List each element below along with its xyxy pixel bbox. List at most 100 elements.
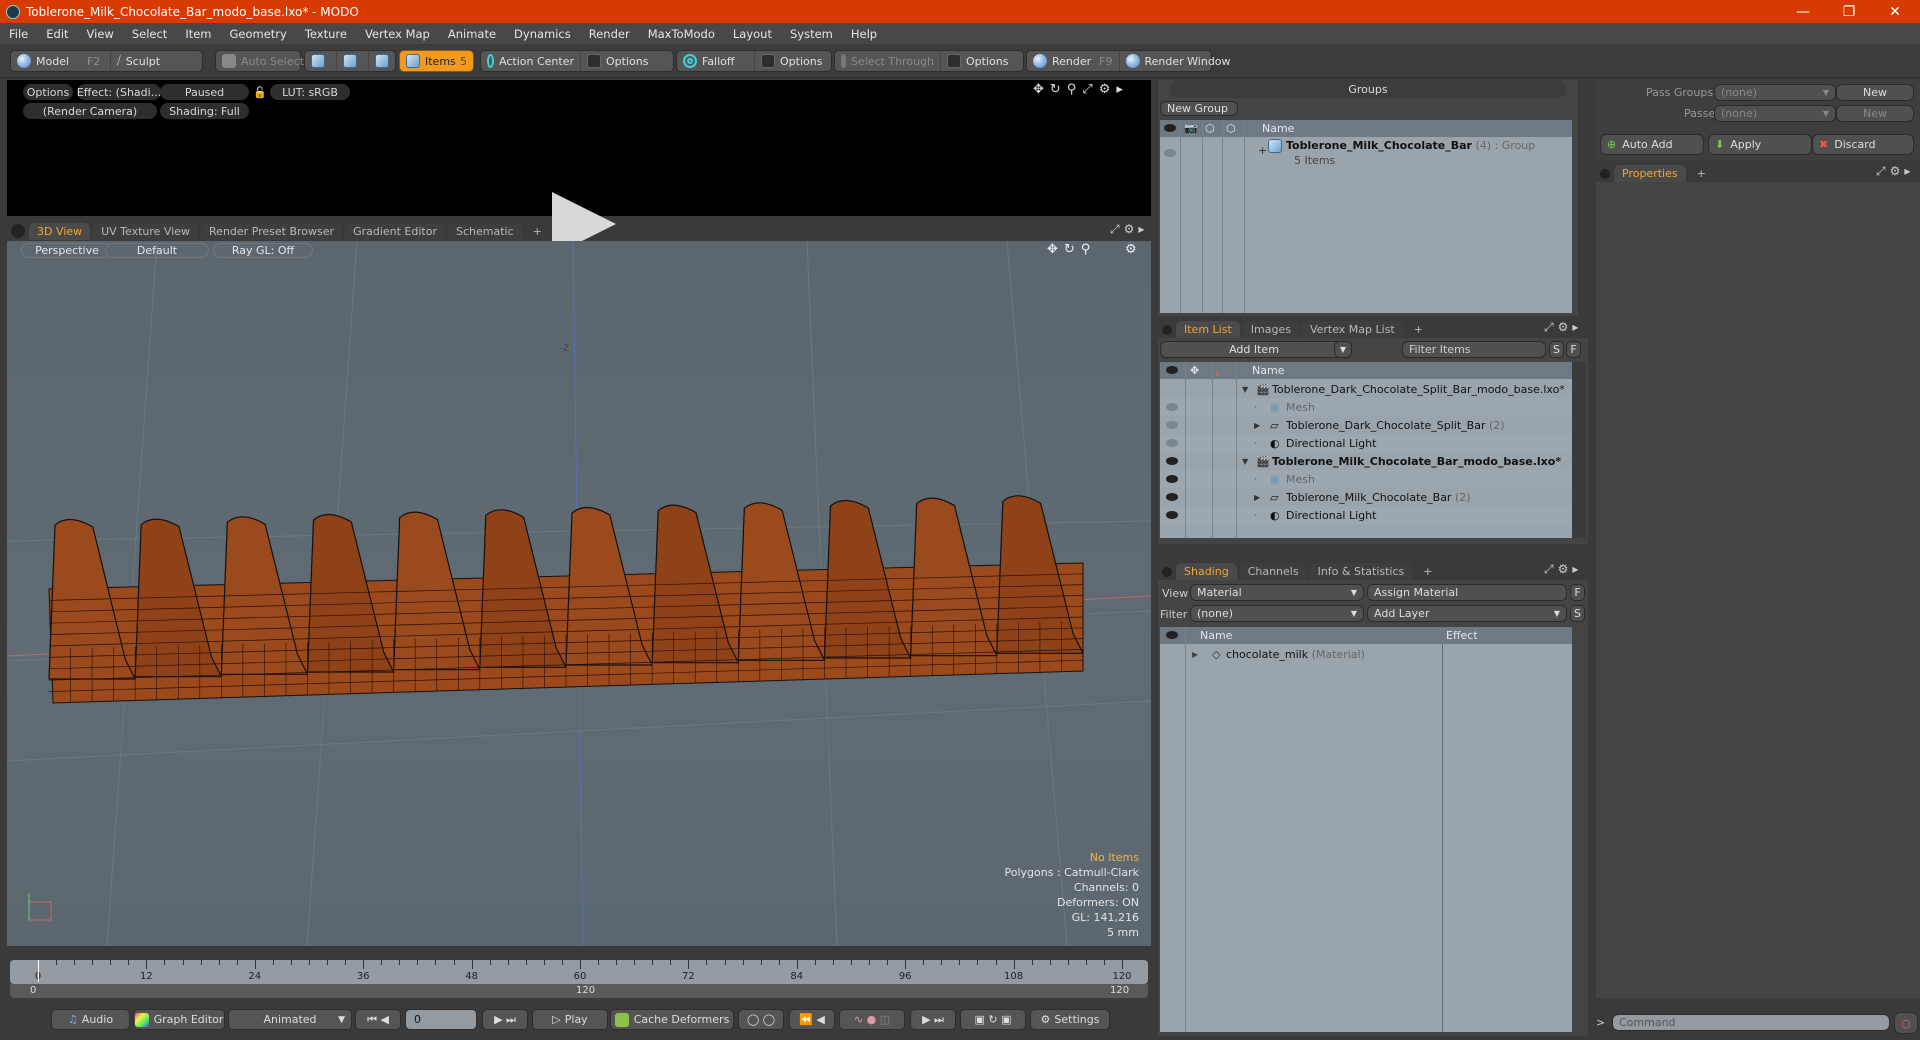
next-last-key-buttons[interactable]: ▶ ⏭ — [482, 1009, 528, 1030]
cache-deformers-button[interactable]: Cache Deformers — [610, 1009, 734, 1030]
menu-render[interactable]: Render — [580, 27, 639, 41]
add-tab-button[interactable]: + — [1689, 165, 1714, 182]
properties-panel-controls[interactable]: ⤢⚙▸ — [1876, 164, 1914, 179]
toblerone-mesh[interactable] — [48, 495, 1084, 704]
item-row[interactable]: · ◐ Directional Light — [1160, 434, 1572, 452]
panel-menu-icon[interactable] — [1162, 325, 1172, 335]
render-options-button[interactable]: Options — [23, 84, 73, 100]
material-row[interactable]: ▶ ◇ chocolate_milk (Material) — [1160, 645, 1572, 663]
collapse-arrow-icon[interactable]: ▼ — [1242, 457, 1248, 466]
falloff-button[interactable]: Falloff — [677, 51, 755, 71]
view-dropdown[interactable]: Material ▼ — [1190, 584, 1364, 601]
item-row[interactable]: ▶ ▱ Toblerone_Milk_Chocolate_Bar (2) — [1160, 488, 1572, 506]
menu-view[interactable]: View — [78, 27, 123, 41]
action-center-button[interactable]: Action Center — [481, 51, 581, 71]
render-camera-dropdown[interactable]: (Render Camera) — [23, 103, 157, 119]
frame-input[interactable]: 0 — [405, 1009, 477, 1030]
filter-dropdown[interactable]: (none) ▼ — [1190, 605, 1364, 622]
timeline[interactable]: 0 12 24 36 48 60 72 84 96 108 120 0 120 120 — [7, 958, 1151, 1000]
add-tab-button[interactable]: + — [525, 223, 550, 240]
filter-s-button[interactable]: S — [1549, 341, 1564, 358]
vertices-mode-button[interactable] — [305, 51, 337, 71]
timeline-settings-button[interactable]: ⚙ Settings — [1030, 1009, 1110, 1030]
tab-schematic[interactable]: Schematic — [448, 223, 522, 240]
add-layer-dropdown[interactable]: Add Layer ▼ — [1367, 605, 1567, 622]
timeline-range-bar[interactable]: 0 120 120 — [10, 984, 1148, 998]
tab-3d-view[interactable]: 3D View — [29, 223, 91, 240]
tab-vertex-map-list[interactable]: Vertex Map List — [1301, 321, 1403, 338]
item-row[interactable]: · ◐ Directional Light — [1160, 506, 1572, 524]
menu-texture[interactable]: Texture — [296, 27, 356, 41]
menu-maxtomodo[interactable]: MaxToModo — [639, 27, 724, 41]
item-list-panel-controls[interactable]: ⤢⚙▸ — [1544, 320, 1582, 335]
effect-dropdown[interactable]: Effect: (Shadi... — [77, 84, 161, 100]
tab-info-statistics[interactable]: Info & Statistics — [1309, 563, 1413, 580]
filter-items-input[interactable]: Filter Items — [1402, 341, 1546, 358]
menu-layout[interactable]: Layout — [724, 27, 781, 41]
shading-dropdown[interactable]: Shading: Full — [160, 103, 249, 119]
tab-gradient-editor[interactable]: Gradient Editor — [345, 223, 445, 240]
render-button[interactable]: Render F9 — [1027, 51, 1120, 71]
menu-vertex-map[interactable]: Vertex Map — [356, 27, 439, 41]
pass-groups-dropdown[interactable]: (none) ▼ — [1714, 84, 1836, 101]
item-row[interactable]: ▼ 🎬 Toblerone_Milk_Chocolate_Bar_modo_base… — [1160, 452, 1572, 470]
shading-f-button[interactable]: F — [1570, 584, 1585, 601]
visibility-toggle[interactable] — [1166, 493, 1178, 501]
discard-button[interactable]: ✖ Discard — [1812, 134, 1914, 155]
item-list-scrollbar[interactable] — [1572, 362, 1586, 538]
add-item-dropdown-arrow[interactable]: ▼ — [1334, 341, 1352, 358]
new-pass-group-button[interactable]: New — [1836, 84, 1914, 101]
panel-menu-icon[interactable] — [1162, 567, 1172, 577]
item-row[interactable]: · ▣ Mesh — [1160, 398, 1572, 416]
new-group-button[interactable]: New Group — [1160, 101, 1238, 116]
expand-arrow-icon[interactable]: ▶ — [1254, 493, 1260, 502]
shading-panel-controls[interactable]: ⤢⚙▸ — [1544, 562, 1582, 577]
auto-add-button[interactable]: ⊕ Auto Add — [1600, 134, 1704, 155]
menu-animate[interactable]: Animate — [439, 27, 505, 41]
collapse-arrow-icon[interactable]: ▼ — [1242, 385, 1248, 394]
tab-channels[interactable]: Channels — [1239, 563, 1307, 580]
expand-arrow-icon[interactable]: ▶ — [1192, 650, 1198, 659]
key-up-down-buttons[interactable]: ◯ ◯ — [738, 1009, 784, 1030]
playhead[interactable] — [38, 960, 39, 982]
visibility-toggle[interactable] — [1166, 403, 1178, 411]
restore-button[interactable]: ❐ — [1826, 0, 1872, 23]
expand-icon[interactable]: + — [1258, 144, 1267, 157]
timeline-ruler[interactable]: 01224364860728496108120 — [10, 960, 1148, 984]
items-mode-button[interactable]: Items 5 — [399, 50, 474, 72]
record-buttons[interactable]: ∿ ● ◫ — [839, 1009, 905, 1030]
prev-key-buttons[interactable]: ⏪ ◀ — [789, 1009, 835, 1030]
close-button[interactable]: ✕ — [1872, 0, 1918, 23]
add-tab-button[interactable]: + — [1406, 321, 1431, 338]
menu-help[interactable]: Help — [842, 27, 886, 41]
render-nav-icons[interactable]: ✥↻⚲⤢⚙▸ — [1033, 82, 1129, 97]
lut-dropdown[interactable]: LUT: sRGB — [270, 84, 350, 100]
apply-button[interactable]: ⬇ Apply — [1708, 134, 1812, 155]
sculpt-mode-button[interactable]: ⧸ Sculpt — [111, 51, 166, 71]
shading-s-button[interactable]: S — [1570, 605, 1585, 622]
first-key-prev-buttons[interactable]: ⏮ ◀ — [355, 1009, 401, 1030]
menu-geometry[interactable]: Geometry — [221, 27, 296, 41]
render-window-button[interactable]: Render Window — [1120, 51, 1237, 71]
animation-mode-dropdown[interactable]: Animated ▼ — [228, 1009, 352, 1030]
menu-dynamics[interactable]: Dynamics — [505, 27, 580, 41]
item-row[interactable]: ▼ 🎬 Toblerone_Dark_Chocolate_Split_Bar_mod… — [1160, 380, 1572, 398]
visibility-toggle[interactable] — [1164, 149, 1176, 157]
play-button[interactable]: ▷ Play — [532, 1009, 608, 1030]
edges-mode-button[interactable] — [337, 51, 369, 71]
tab-properties[interactable]: Properties — [1614, 165, 1686, 182]
tab-item-list[interactable]: Item List — [1176, 321, 1240, 338]
minimize-button[interactable]: — — [1780, 0, 1826, 23]
action-center-options-button[interactable]: Options — [581, 51, 654, 71]
select-through-button[interactable]: Select Through — [835, 51, 941, 71]
expand-arrow-icon[interactable]: ▶ — [1254, 421, 1260, 430]
auto-select-button[interactable]: Auto Select — [215, 50, 304, 72]
polygons-mode-button[interactable] — [369, 51, 401, 71]
visibility-toggle[interactable] — [1166, 457, 1178, 465]
tab-uv-texture-view[interactable]: UV Texture View — [93, 223, 199, 240]
menu-select[interactable]: Select — [123, 27, 176, 41]
menu-edit[interactable]: Edit — [37, 27, 77, 41]
tab-render-preset-browser[interactable]: Render Preset Browser — [201, 223, 343, 240]
panel-menu-icon[interactable] — [1600, 169, 1610, 179]
command-input[interactable]: Command — [1612, 1014, 1890, 1031]
